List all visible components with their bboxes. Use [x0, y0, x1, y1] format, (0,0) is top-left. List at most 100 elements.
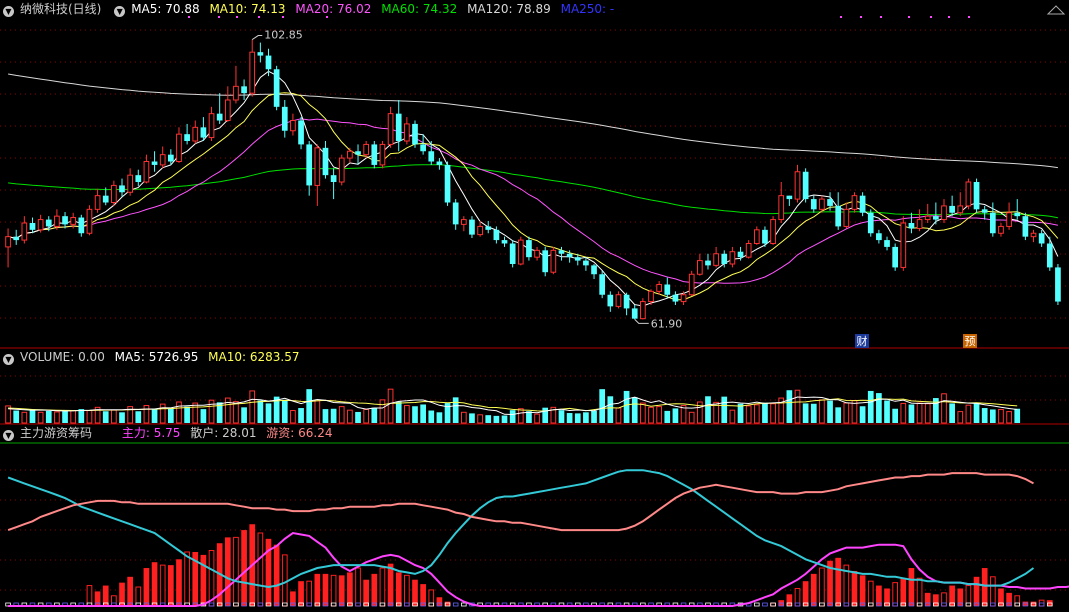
- candle-down: [599, 274, 606, 295]
- volume-bar-down: [281, 399, 288, 423]
- volume-bar-down: [664, 410, 671, 423]
- volume-bar-up: [111, 409, 117, 424]
- chip-bar: [127, 576, 133, 606]
- candle-down: [273, 69, 280, 107]
- chip-bar: [395, 572, 402, 606]
- candle-down: [623, 294, 630, 309]
- candle-up: [648, 290, 654, 303]
- volume-bar-down: [29, 409, 36, 423]
- candle-down: [102, 195, 109, 203]
- volume-bar-down: [151, 409, 158, 423]
- volume-bar-down: [412, 406, 418, 423]
- chip-bar: [281, 554, 288, 607]
- candle-up: [176, 133, 182, 163]
- candle-down: [509, 243, 516, 264]
- chip-bar: [176, 559, 182, 606]
- top-marker: [908, 16, 910, 18]
- volume-bar-down: [566, 413, 573, 423]
- candle-up: [363, 143, 370, 156]
- chip-bar: [810, 573, 817, 606]
- candle-up: [640, 301, 646, 320]
- volume-bar-down: [989, 409, 996, 423]
- volume-bar-down: [257, 400, 264, 423]
- low-label: 61.90: [651, 317, 683, 330]
- volume-bar-down: [583, 412, 589, 423]
- candle-up: [314, 147, 321, 186]
- volume-bar-down: [306, 389, 313, 423]
- candle-down: [436, 161, 443, 165]
- candle-up: [819, 198, 825, 210]
- volume-bar-up: [916, 402, 923, 424]
- candle-down: [705, 260, 711, 266]
- candle-up: [21, 222, 28, 241]
- candle-down: [867, 212, 874, 234]
- candle-up: [37, 219, 44, 231]
- candle-down: [257, 52, 264, 56]
- candle-up: [794, 171, 801, 200]
- volume-bar-down: [184, 406, 190, 423]
- candle-down: [265, 55, 272, 70]
- candle-down: [412, 123, 418, 145]
- candle-up: [233, 85, 239, 101]
- candle-up: [770, 219, 776, 244]
- chip-bar: [428, 589, 435, 607]
- volume-bar-up: [192, 402, 199, 424]
- chip-bar: [257, 532, 264, 607]
- chip-bar: [363, 579, 370, 606]
- volume-bar-down: [355, 411, 361, 423]
- chip-bar: [379, 567, 386, 607]
- candle-up: [851, 195, 858, 210]
- candle-down: [1022, 216, 1029, 237]
- candle-up: [290, 120, 296, 132]
- chip-bar: [298, 581, 304, 606]
- volume-bar-up: [54, 411, 60, 424]
- volume-bar-up: [176, 401, 182, 424]
- high-label: 102.85: [264, 29, 303, 42]
- candle-down: [664, 284, 671, 295]
- volume-bar-up: [86, 410, 93, 424]
- volume-bar-down: [859, 406, 866, 423]
- top-marker: [860, 16, 862, 18]
- volume-bar-up: [534, 413, 540, 424]
- candle-down: [444, 164, 451, 203]
- candle-down: [1014, 212, 1021, 217]
- chip-bar: [119, 582, 125, 606]
- candle-down: [884, 240, 890, 247]
- candle-down: [574, 257, 581, 261]
- chip-base-mark: [461, 602, 467, 607]
- candle-up: [517, 239, 524, 265]
- chip-bar: [143, 568, 150, 606]
- chip-bar: [314, 573, 321, 606]
- volume-bar-down: [241, 407, 247, 423]
- candle-down: [298, 120, 304, 145]
- candle-up: [86, 208, 93, 234]
- volume-bar-up: [745, 405, 752, 424]
- volume-bar-down: [322, 409, 329, 423]
- candle-up: [729, 251, 736, 265]
- chip-bar: [224, 537, 231, 606]
- top-marker: [218, 16, 220, 18]
- chip-bar: [851, 570, 858, 606]
- stock-chart[interactable]: 102.85 61.90 财 预: [0, 0, 1069, 612]
- chip-bar: [200, 554, 207, 606]
- volume-bar-up: [233, 401, 239, 424]
- chip-bar: [908, 568, 915, 606]
- candle-down: [1038, 233, 1045, 244]
- candle-down: [241, 86, 247, 94]
- candle-up: [404, 123, 410, 142]
- volume-bar-down: [428, 410, 435, 423]
- volume-bar-down: [509, 410, 516, 423]
- volume-bar-down: [810, 403, 817, 423]
- candle-up: [5, 236, 11, 248]
- top-marker: [930, 16, 932, 18]
- candle-up: [192, 126, 199, 142]
- volume-bar-down: [135, 411, 142, 423]
- volume-bar-down: [452, 397, 459, 423]
- candle-down: [1055, 267, 1061, 302]
- chip-bar: [867, 580, 874, 607]
- chip-bar: [208, 550, 215, 607]
- candle-up: [550, 249, 557, 273]
- volume-bar-up: [794, 389, 801, 424]
- volume-bar-up: [224, 397, 231, 424]
- chip-bar: [159, 564, 166, 607]
